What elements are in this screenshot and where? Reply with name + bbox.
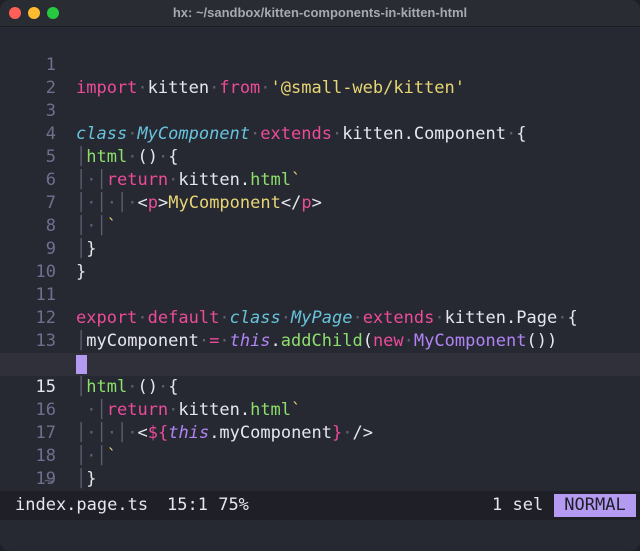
code-line-current[interactable]: 15 ·│return·kitten.html` xyxy=(0,353,640,420)
status-selection: 1 sel xyxy=(492,495,544,515)
code-line[interactable]: 1 import·kitten·from·'@small-web/kitten' xyxy=(0,31,640,98)
scroll-percent: 75% xyxy=(218,495,249,515)
status-bar: index.page.ts 15:1 75% 1 sel NORMAL xyxy=(0,491,640,520)
code-line[interactable]: 11 export·default·class·MyPage·extends·k… xyxy=(0,261,640,328)
status-position: 15:1 75% xyxy=(167,491,249,520)
code-line[interactable]: 8 │} xyxy=(0,192,640,259)
code-line[interactable]: 17 │·│` xyxy=(0,399,640,466)
code-line[interactable]: 16 │·│·│·<${this.myComponent}·/> xyxy=(0,376,640,443)
mode-badge: NORMAL xyxy=(554,494,636,517)
code-line[interactable]: 18 │} xyxy=(0,422,640,489)
code-line[interactable]: 7 │·│` xyxy=(0,169,640,236)
code-line[interactable]: 4 │html·()·{ xyxy=(0,100,640,167)
text-cursor xyxy=(76,355,87,374)
code-line[interactable]: 12 │myComponent·=·this.addChild(new·MyCo… xyxy=(0,284,640,351)
command-line[interactable] xyxy=(0,520,640,551)
code-line[interactable]: 10 xyxy=(0,238,640,282)
code-line[interactable]: 6 │·│·│·<p>MyComponent</p> xyxy=(0,146,640,213)
code-text: │} xyxy=(76,469,97,489)
editor-area[interactable]: 1 import·kitten·from·'@small-web/kitten'… xyxy=(0,31,640,512)
terminal-window: hx: ~/sandbox/kitten-components-in-kitte… xyxy=(0,0,640,551)
code-line[interactable]: 13 │· xyxy=(0,307,640,374)
status-filename: index.page.ts xyxy=(15,495,149,515)
code-line[interactable]: 19 } xyxy=(0,445,640,512)
end-of-buffer-marker: ~ xyxy=(44,471,54,490)
title-bar: hx: ~/sandbox/kitten-components-in-kitte… xyxy=(0,0,640,27)
code-line[interactable]: 14 │html·()·{ xyxy=(0,330,640,397)
code-line[interactable]: 9 } xyxy=(0,215,640,282)
window-title: hx: ~/sandbox/kitten-components-in-kitte… xyxy=(172,5,468,20)
code-line[interactable]: 5 │·│return·kitten.html` xyxy=(0,123,640,190)
code-line[interactable]: 2 xyxy=(0,54,640,98)
code-line[interactable]: 3 class·MyComponent·extends·kitten.Compo… xyxy=(0,77,640,144)
cursor-position: 15:1 xyxy=(167,495,208,515)
